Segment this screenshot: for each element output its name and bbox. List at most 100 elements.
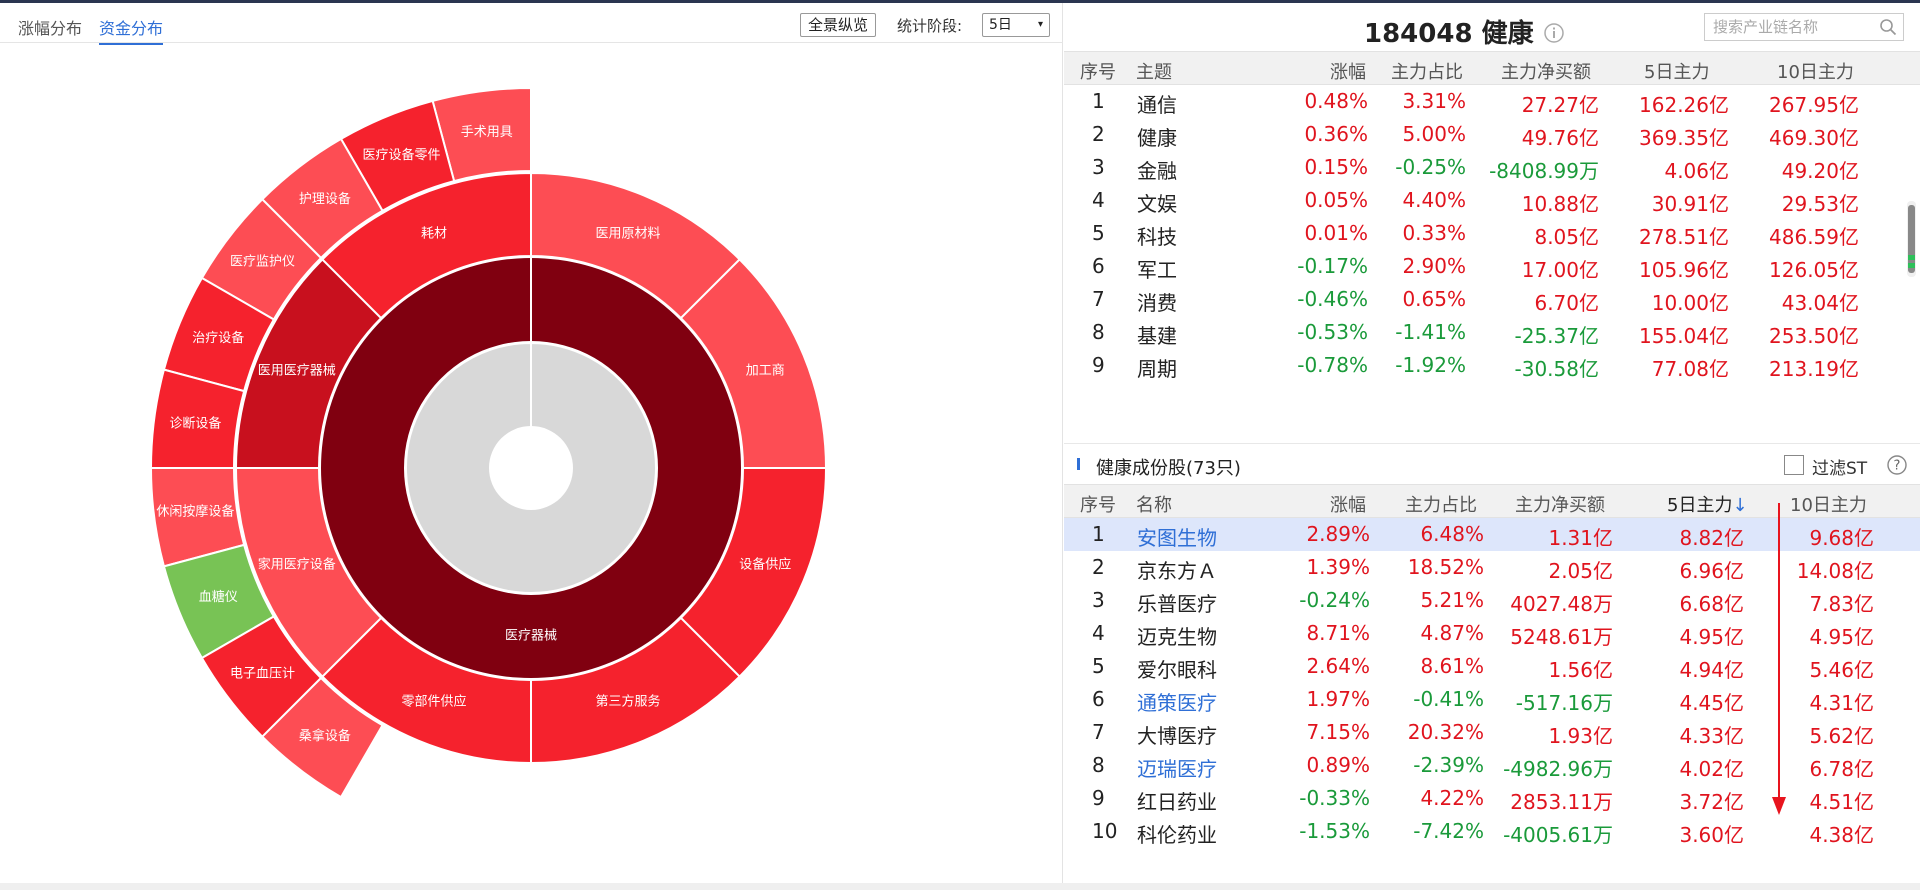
info-icon[interactable] xyxy=(1543,22,1565,44)
table-row[interactable]: 6 军工 -0.17% 2.90% 17.00亿 105.96亿 126.05亿 xyxy=(1064,250,1920,283)
cell-name[interactable]: 爱尔眼科 xyxy=(1137,654,1217,683)
cell-main-ratio: 4.40% xyxy=(1402,188,1466,212)
cell-name[interactable]: 健康 xyxy=(1137,122,1177,151)
cell-name[interactable]: 安图生物 xyxy=(1137,522,1217,551)
col-theme[interactable]: 主题 xyxy=(1136,58,1172,84)
cell-change: 0.89% xyxy=(1306,753,1370,777)
cell-10d: 14.08亿 xyxy=(1796,559,1874,583)
col-change[interactable]: 涨幅 xyxy=(1330,491,1366,517)
cell-10d: 29.53亿 xyxy=(1781,192,1859,216)
cell-name[interactable]: 基建 xyxy=(1137,320,1177,349)
cell-name[interactable]: 通策医疗 xyxy=(1137,687,1217,716)
title-row: 184048 健康 搜索产业链名称 xyxy=(1064,3,1920,51)
cell-main-ratio: 2.90% xyxy=(1402,254,1466,278)
cell-name[interactable]: 迈瑞医疗 xyxy=(1137,753,1217,782)
cell-5d: 10.00亿 xyxy=(1651,291,1729,315)
cell-5d: 3.72亿 xyxy=(1679,790,1744,814)
left-toolbar: 涨幅分布 资金分布 全景纵览 统计阶段: 5日 ▾ xyxy=(0,3,1063,45)
cell-name[interactable]: 金融 xyxy=(1137,155,1177,184)
table-row[interactable]: 1 通信 0.48% 3.31% 27.27亿 162.26亿 267.95亿 xyxy=(1064,85,1920,118)
cell-main-ratio: -0.41% xyxy=(1413,687,1484,711)
cell-10d: 4.95亿 xyxy=(1809,625,1874,649)
col-main-net[interactable]: 主力净买额 xyxy=(1501,58,1591,84)
table-row[interactable]: 3 金融 0.15% -0.25% -8408.99万 4.06亿 49.20亿 xyxy=(1064,151,1920,184)
sunburst-leaf-2-label: 医疗设备零件 xyxy=(362,147,440,163)
cell-main-net: 1.31亿 xyxy=(1548,526,1613,550)
cell-no: 6 xyxy=(1092,254,1105,278)
cell-10d: 213.19亿 xyxy=(1769,357,1859,381)
search-icon[interactable] xyxy=(1879,18,1897,36)
cell-5d: 105.96亿 xyxy=(1639,258,1729,282)
sunburst-segment-8-label: 耗材 xyxy=(421,226,447,241)
cell-main-net: 6.70亿 xyxy=(1534,291,1599,315)
cell-main-ratio: 6.48% xyxy=(1420,522,1484,546)
cell-name[interactable]: 消费 xyxy=(1137,287,1177,316)
cell-main-net: 27.27亿 xyxy=(1521,93,1599,117)
cell-main-net: -4005.61万 xyxy=(1503,823,1613,847)
cell-main-net: -25.37亿 xyxy=(1514,324,1599,348)
cell-no: 1 xyxy=(1092,89,1105,113)
filter-st-checkbox[interactable] xyxy=(1784,455,1804,475)
cell-name[interactable]: 迈克生物 xyxy=(1137,621,1217,650)
cell-change: 0.01% xyxy=(1304,221,1368,245)
cell-no: 8 xyxy=(1092,320,1105,344)
cell-change: 8.71% xyxy=(1306,621,1370,645)
col-5d-sorted[interactable]: 5日主力↓ xyxy=(1667,491,1748,517)
col-10d[interactable]: 10日主力 xyxy=(1777,58,1854,84)
cell-name[interactable]: 周期 xyxy=(1137,353,1177,382)
tab-rise-distribution[interactable]: 涨幅分布 xyxy=(18,15,82,39)
table-row[interactable]: 5 科技 0.01% 0.33% 8.05亿 278.51亿 486.59亿 xyxy=(1064,217,1920,250)
cell-main-net: -517.16万 xyxy=(1515,691,1613,715)
cell-10d: 486.59亿 xyxy=(1769,225,1859,249)
chevron-down-icon: ▾ xyxy=(1037,19,1043,30)
col-no[interactable]: 序号 xyxy=(1080,58,1116,84)
cell-no: 4 xyxy=(1092,188,1105,212)
section-marker xyxy=(1077,458,1080,470)
cell-main-ratio: -1.41% xyxy=(1395,320,1466,344)
sort-arrow-annotation xyxy=(1772,503,1786,815)
cell-name[interactable]: 文娱 xyxy=(1137,188,1177,217)
sunburst-leaf-4-label: 医疗监护仪 xyxy=(230,254,295,269)
col-name[interactable]: 名称 xyxy=(1136,491,1172,517)
cell-main-ratio: -7.42% xyxy=(1413,819,1484,843)
col-10d[interactable]: 10日主力 xyxy=(1790,491,1867,517)
table-row[interactable]: 4 文娱 0.05% 4.40% 10.88亿 30.91亿 29.53亿 xyxy=(1064,184,1920,217)
col-5d[interactable]: 5日主力 xyxy=(1644,58,1709,84)
help-icon[interactable]: ? xyxy=(1886,454,1908,476)
sunburst-leaf-6-label: 诊断设备 xyxy=(169,415,221,431)
cell-name[interactable]: 大博医疗 xyxy=(1137,720,1217,749)
period-select[interactable]: 5日 ▾ xyxy=(982,13,1050,37)
cell-name[interactable]: 红日药业 xyxy=(1137,786,1217,815)
cell-5d: 278.51亿 xyxy=(1639,225,1729,249)
table-row[interactable]: 9 周期 -0.78% -1.92% -30.58亿 77.08亿 213.19亿 xyxy=(1064,349,1920,382)
filter-st-label[interactable]: 过滤ST xyxy=(1812,454,1867,479)
col-main-ratio[interactable]: 主力占比 xyxy=(1405,491,1477,517)
cell-name[interactable]: 通信 xyxy=(1137,89,1177,118)
theme-table: 序号 主题 涨幅 主力占比 主力净买额 5日主力 10日主力 1 通信 0.48% 3… xyxy=(1064,51,1920,382)
tab-fund-distribution[interactable]: 资金分布 xyxy=(99,15,164,45)
table-row[interactable]: 8 基建 -0.53% -1.41% -25.37亿 155.04亿 253.50亿 xyxy=(1064,316,1920,349)
search-input[interactable]: 搜索产业链名称 xyxy=(1704,13,1904,41)
cell-main-ratio: 5.00% xyxy=(1402,122,1466,146)
cell-5d: 8.82亿 xyxy=(1679,526,1744,550)
cell-change: -0.24% xyxy=(1299,588,1370,612)
cell-5d: 155.04亿 xyxy=(1639,324,1729,348)
cell-no: 2 xyxy=(1092,122,1105,146)
table-row[interactable]: 7 消费 -0.46% 0.65% 6.70亿 10.00亿 43.04亿 xyxy=(1064,283,1920,316)
cell-name[interactable]: 乐普医疗 xyxy=(1137,588,1217,617)
col-main-ratio[interactable]: 主力占比 xyxy=(1391,58,1463,84)
cell-name[interactable]: 京东方Ａ xyxy=(1137,555,1217,584)
overview-button[interactable]: 全景纵览 xyxy=(800,13,876,37)
cell-name[interactable]: 军工 xyxy=(1137,254,1177,283)
cell-main-net: 5248.61万 xyxy=(1510,625,1613,649)
cell-change: -0.46% xyxy=(1297,287,1368,311)
scrollbar[interactable] xyxy=(1907,201,1916,277)
col-main-net[interactable]: 主力净买额 xyxy=(1515,491,1605,517)
col-change[interactable]: 涨幅 xyxy=(1330,58,1366,84)
col-no[interactable]: 序号 xyxy=(1080,491,1116,517)
cell-name[interactable]: 科技 xyxy=(1137,221,1177,250)
cell-no: 5 xyxy=(1092,221,1105,245)
table-row[interactable]: 2 健康 0.36% 5.00% 49.76亿 369.35亿 469.30亿 xyxy=(1064,118,1920,151)
cell-main-ratio: 4.22% xyxy=(1420,786,1484,810)
cell-name[interactable]: 科伦药业 xyxy=(1137,819,1217,848)
